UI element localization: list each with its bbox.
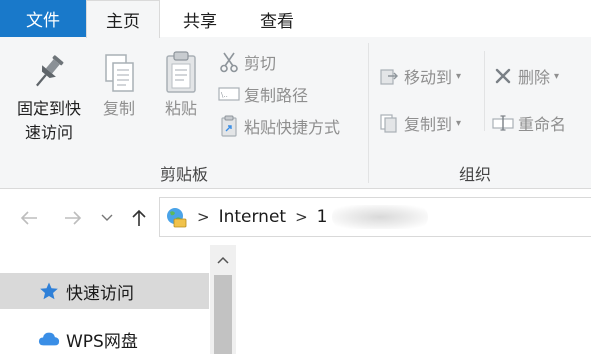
ribbon-home: 固定到快 速访问 复制 粘贴 剪切 \.. 复制路径 粘贴快捷方式 剪贴板 移动… [0,37,591,189]
paste-label: 粘贴 [164,99,197,118]
internet-globe-icon [164,205,188,229]
cut-button[interactable]: 剪切 [218,49,276,75]
delete-button[interactable]: 删除 ▾ [492,63,559,89]
chevron-down-icon: ▾ [554,70,560,82]
move-to-label: 移动到 [404,68,453,87]
pin-label-line2: 速访问 [24,123,73,142]
breadcrumb-internet[interactable]: Internet [219,207,287,227]
paste-shortcut-label: 粘贴快捷方式 [244,118,341,137]
scissors-icon [218,51,240,73]
tab-file[interactable]: 文件 [0,0,86,37]
copy-to-label: 复制到 [404,115,453,134]
breadcrumb-chevron-icon[interactable]: > [295,208,308,226]
move-to-button[interactable]: 移动到 ▾ [378,63,461,89]
organize-inner-separator [484,51,485,131]
cut-label: 剪切 [244,54,277,73]
nav-item-wps-cloud[interactable]: WPS网盘 [0,321,209,357]
rename-label: 重命名 [518,115,567,134]
pin-icon [27,49,71,97]
rename-button[interactable]: 重命名 [492,110,566,136]
tab-share[interactable]: 共享 [160,0,240,38]
delete-label: 删除 [518,68,551,87]
tab-home[interactable]: 主页 [86,0,160,38]
copy-label: 复制 [102,99,135,118]
clipboard-group-label: 剪贴板 [159,165,208,184]
ribbon-tab-bar: 文件 主页 共享 查看 [0,0,591,38]
copy-path-icon: \.. [218,83,240,105]
delete-x-icon [492,65,514,87]
navigation-pane: 快速访问 WPS网盘 [0,245,236,354]
redacted-blur [331,205,428,229]
recent-locations-chevron-icon[interactable] [98,205,116,231]
tab-view[interactable]: 查看 [240,0,314,38]
move-to-icon [378,65,400,87]
nav-item-label: WPS网盘 [66,331,138,352]
copy-icon [97,49,141,97]
copy-to-icon [378,112,400,134]
file-list-area[interactable] [236,245,591,354]
paste-shortcut-button[interactable]: 粘贴快捷方式 [218,113,340,139]
cloud-icon [38,328,60,350]
copy-path-label: 复制路径 [244,86,309,105]
paste-shortcut-icon [218,115,240,137]
address-bar[interactable]: > Internet > 1 [159,197,591,237]
chevron-down-icon: ▾ [456,117,462,129]
organize-group-label: 组织 [458,165,491,184]
copy-path-button[interactable]: \.. 复制路径 [218,81,308,107]
breadcrumb-current[interactable]: 1 [317,207,328,227]
nav-item-quick-access[interactable]: 快速访问 [0,273,209,309]
star-icon [38,280,60,302]
scrollbar-thumb[interactable] [214,275,232,354]
up-arrow-icon[interactable] [126,205,152,231]
navigation-scrollbar[interactable] [210,245,236,354]
address-toolbar: > Internet > 1 [0,189,591,245]
nav-item-label: 快速访问 [66,283,134,304]
copy-button[interactable]: 复制 [96,49,142,121]
back-arrow-icon[interactable] [16,205,42,231]
breadcrumb-chevron-icon[interactable]: > [197,208,210,226]
copy-to-button[interactable]: 复制到 ▾ [378,110,461,136]
rename-icon [492,112,514,134]
paste-icon [159,49,203,97]
forward-arrow-icon[interactable] [60,205,86,231]
paste-button[interactable]: 粘贴 [158,49,204,121]
pin-to-quick-access-button[interactable]: 固定到快 速访问 [6,49,92,145]
svg-text:\..: \.. [221,91,228,99]
chevron-down-icon: ▾ [456,70,462,82]
scroll-up-arrow-icon[interactable] [210,247,236,273]
pin-label-line1: 固定到快 [16,99,81,118]
